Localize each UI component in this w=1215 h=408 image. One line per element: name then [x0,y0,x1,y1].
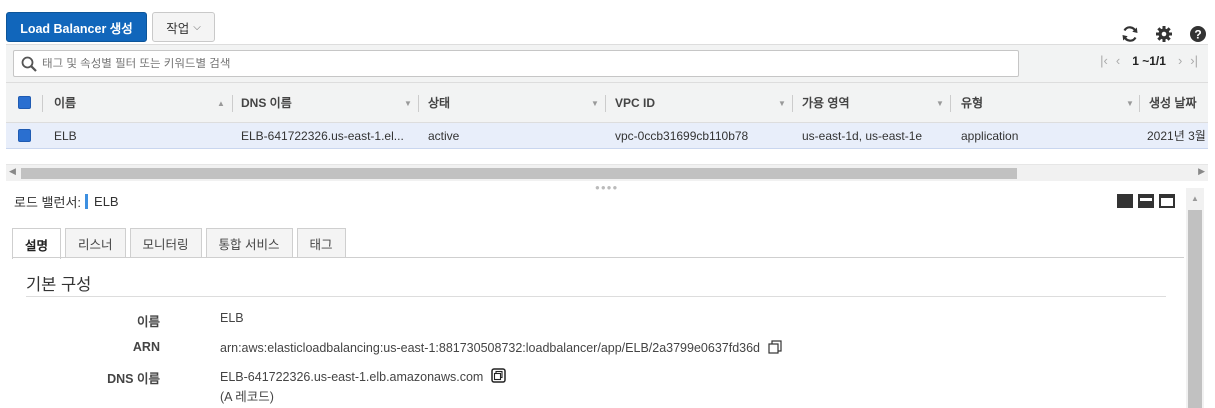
panel-layout-controls [1117,194,1175,208]
chevron-down-icon: ⌵ [193,21,201,33]
cell-vpc: vpc-0ccb31699cb110b78 [615,128,749,143]
field-value-wrap: ELB-641722326.us-east-1.elb.amazonaws.co… [220,368,506,386]
field-value: arn:aws:elasticloadbalancing:us-east-1:8… [220,341,761,355]
cell-state: active [428,128,460,143]
sort-icon[interactable]: ▼ [778,99,786,108]
cell-created: 2021년 3월 [1147,129,1206,143]
layout-minimize-icon[interactable] [1159,194,1175,208]
search-icon [18,53,40,75]
next-page-icon[interactable]: › [1178,53,1182,68]
tab-monitoring[interactable]: 모니터링 [129,228,202,258]
cell-name: ELB [54,128,77,143]
search-box [13,50,1019,77]
title-accent-bar [85,194,89,209]
actions-label: 작업 [166,21,190,36]
sort-icon[interactable]: ▼ [591,99,599,108]
section-divider [26,296,1166,297]
copy-icon[interactable] [767,340,782,357]
checkbox-icon [18,96,31,109]
gear-icon[interactable] [1147,22,1181,46]
field-label: ARN [132,340,160,354]
search-input[interactable] [42,57,1018,70]
filter-bar: |‹ ‹ 1 ~1/1 › ›| [6,44,1208,82]
column-header-az[interactable]: 가용 영역 [802,83,850,122]
vertical-scrollbar[interactable]: ▲ [1186,188,1204,408]
refresh-icon[interactable] [1113,22,1147,46]
cell-dns: ELB-641722326.us-east-1.el... [241,128,404,143]
tab-tags[interactable]: 태그 [296,228,346,258]
detail-panel-title: 로드 밸런서: ELB [14,192,119,211]
top-toolbar-icons: ? [1113,22,1215,46]
create-load-balancer-button[interactable]: Load Balancer 생성 [6,12,147,42]
column-header-vpc[interactable]: VPC ID [615,83,655,122]
table-header: 이름 ▲ DNS 이름 ▼ 상태 ▼ VPC ID ▼ 가용 영역 ▼ 유형 ▼… [6,82,1208,123]
cell-type: application [961,128,1019,143]
sort-icon[interactable]: ▼ [936,99,944,108]
horizontal-scrollbar[interactable]: ◀ ▶ [6,164,1208,181]
panel-resize-handle[interactable]: ●●●● [595,183,618,192]
scrollbar-thumb[interactable] [21,168,1017,179]
checkbox-icon [18,129,31,142]
scroll-right-icon[interactable]: ▶ [1198,166,1205,177]
page-count: 1 ~1/1 [1132,53,1166,68]
detail-tabs: 설명 리스너 모니터링 통합 서비스 태그 [12,228,346,259]
last-page-icon[interactable]: ›| [1190,53,1198,68]
layout-split-icon[interactable] [1138,194,1154,208]
select-all-checkbox[interactable] [18,83,31,122]
layout-maximize-icon[interactable] [1117,194,1133,208]
field-label: DNS 이름 [107,372,160,386]
pagination: |‹ ‹ 1 ~1/1 › ›| [1100,53,1198,68]
column-header-created[interactable]: 생성 날짜 [1149,83,1197,122]
help-icon[interactable]: ? [1181,22,1215,46]
tab-listeners[interactable]: 리스너 [65,228,126,258]
detail-title-name: ELB [94,194,119,209]
sort-icon[interactable]: ▼ [404,99,412,108]
svg-text:?: ? [1194,28,1201,42]
first-page-icon[interactable]: |‹ [1100,53,1108,68]
row-checkbox[interactable] [18,123,31,148]
column-header-type[interactable]: 유형 [961,83,983,122]
copy-icon[interactable] [491,368,506,386]
table-row[interactable]: ELB ELB-641722326.us-east-1.el... active… [6,123,1208,149]
field-value: ELB [220,311,244,325]
sort-icon[interactable]: ▼ [1126,99,1134,108]
tabs-divider [12,257,1184,258]
cell-az: us-east-1d, us-east-1e [802,128,923,143]
field-label: 이름 [136,315,160,329]
column-header-name[interactable]: 이름 [54,83,76,122]
column-header-state[interactable]: 상태 [428,83,450,122]
prev-page-icon[interactable]: ‹ [1116,53,1120,68]
tab-integrated-services[interactable]: 통합 서비스 [205,228,293,258]
dns-record-note: (A 레코드) [220,390,274,404]
column-header-dns[interactable]: DNS 이름 [241,83,292,122]
scroll-left-icon[interactable]: ◀ [9,166,16,177]
detail-title-prefix: 로드 밸런서: [14,195,82,210]
sort-asc-icon[interactable]: ▲ [217,99,225,108]
scrollbar-thumb[interactable] [1188,210,1202,408]
field-value-wrap: arn:aws:elasticloadbalancing:us-east-1:8… [220,340,782,357]
field-value: ELB-641722326.us-east-1.elb.amazonaws.co… [220,370,484,384]
section-title: 기본 구성 [26,276,92,294]
actions-dropdown-button[interactable]: 작업 ⌵ [152,12,215,42]
scroll-up-icon[interactable]: ▲ [1191,194,1199,203]
tab-description[interactable]: 설명 [12,228,62,259]
